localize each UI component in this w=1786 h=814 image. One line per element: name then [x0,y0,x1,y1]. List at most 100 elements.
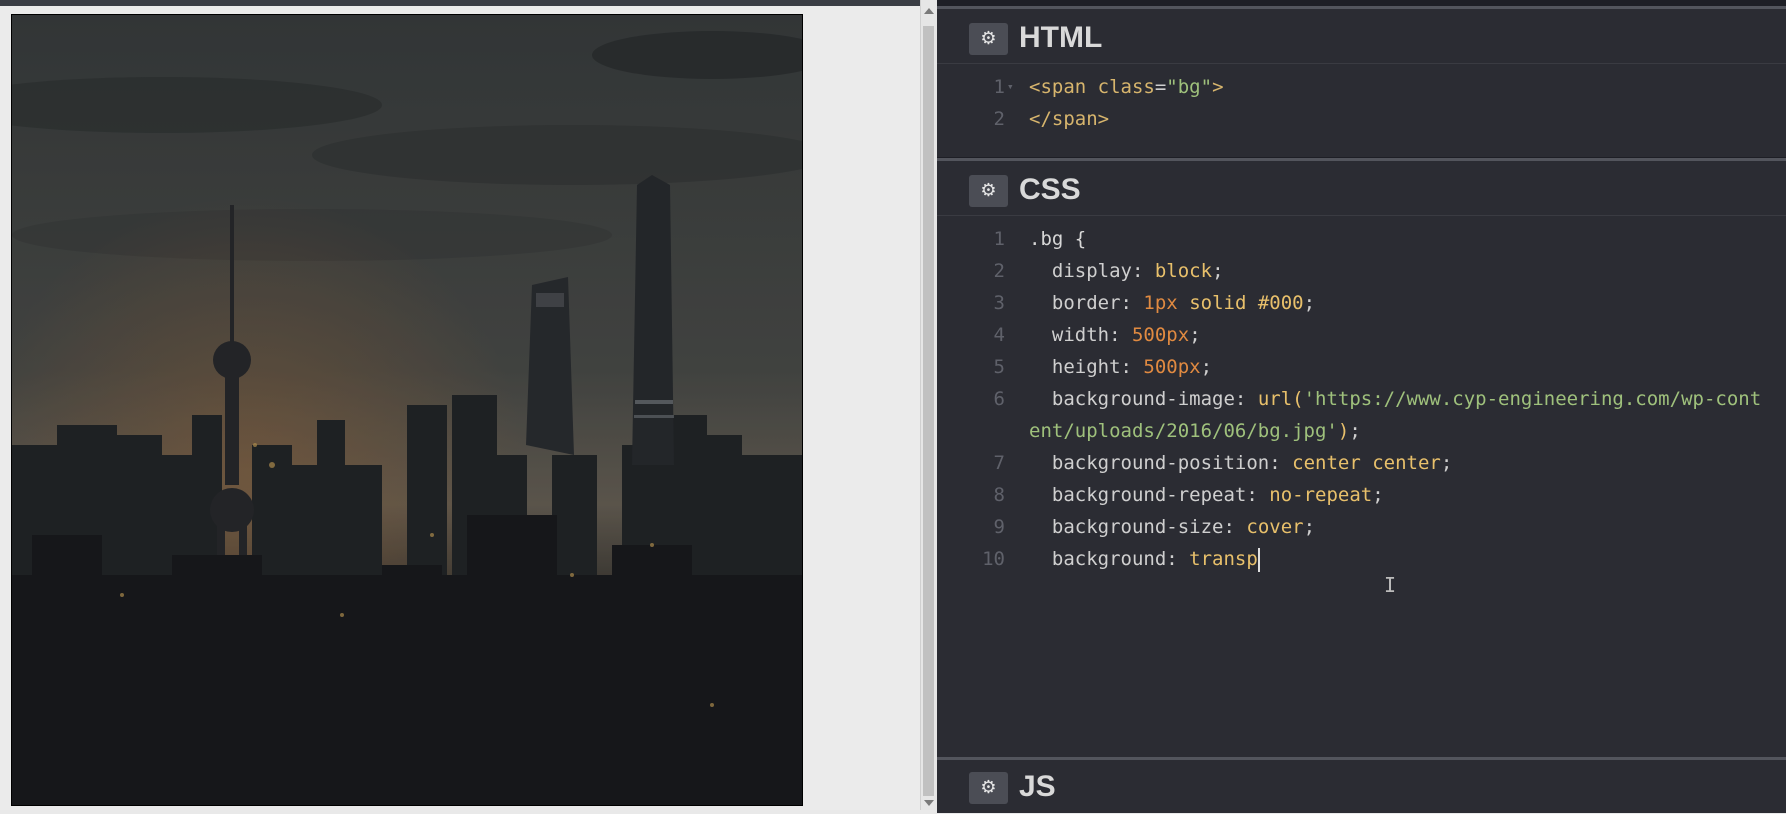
code-token: solid #000 [1177,292,1304,314]
editors-column: ⚙ HTML 1 ▾ <span class="bg"> 2 </span> ⚙ CSS… [937,0,1786,813]
code-text: .bg { [1029,223,1762,255]
fold-arrow-icon[interactable]: ▾ [1007,71,1014,103]
gear-icon: ⚙ [980,28,997,49]
line-number: 1 [993,76,1005,98]
code-token: background-repeat [1029,484,1247,506]
code-token: = [1154,76,1167,98]
code-line[interactable]: 2 display: block; [937,255,1786,287]
line-number: 5 [993,356,1005,378]
code-token: 500px [1131,324,1190,346]
code-line[interactable]: 1 .bg { [937,223,1786,255]
code-token: ; [1372,484,1384,506]
line-number: 7 [993,452,1005,474]
html-code-area[interactable]: 1 ▾ <span class="bg"> 2 </span> [937,71,1786,135]
line-number: 8 [993,484,1005,506]
city-skyline-image [11,14,803,806]
js-editor-title: JS [1019,770,1056,803]
code-line[interactable]: 7 background-position: center center; [937,447,1786,479]
code-line[interactable]: 4 width: 500px; [937,319,1786,351]
code-token: : [1109,324,1132,346]
code-line[interactable]: 10 background: transp [937,543,1786,575]
code-token: > [1212,76,1224,98]
code-text: background-repeat: no-repeat; [1029,479,1762,511]
code-token: : [1166,548,1190,570]
code-text: <span class="bg"> [1029,71,1762,103]
code-token: : [1269,452,1293,474]
code-text: </span> [1029,103,1762,135]
code-token: 500px [1143,356,1201,378]
css-code-area[interactable]: 1 .bg {2 display: block; 3 border: 1px sol… [937,223,1786,575]
code-token: ; [1212,260,1224,282]
css-settings-button[interactable]: ⚙ [969,175,1008,207]
code-token: width [1029,324,1110,346]
code-line[interactable]: 6 background-image: url('https://www.cyp… [937,383,1786,447]
code-token: .bg { [1029,228,1087,250]
code-line[interactable]: 3 border: 1px solid #000; [937,287,1786,319]
code-text: background-size: cover; [1029,511,1762,543]
code-token: url( [1257,388,1304,410]
line-number: 2 [993,260,1005,282]
code-text: width: 500px; [1029,319,1762,351]
preview-pane [0,6,930,810]
line-number: 4 [993,324,1005,346]
code-line[interactable]: 9 background-size: cover; [937,511,1786,543]
code-token: : [1131,260,1155,282]
code-text: border: 1px solid #000; [1029,287,1762,319]
code-token: class [1097,76,1155,98]
line-number: 1 [993,228,1005,250]
scroll-up-arrow-icon[interactable] [924,8,934,14]
html-editor-header: ⚙ HTML [937,9,1786,64]
code-token: ; [1303,516,1316,538]
code-text: background-position: center center; [1029,447,1762,479]
js-settings-button[interactable]: ⚙ [969,772,1008,804]
code-token: transp [1189,548,1258,570]
code-token: ; [1440,452,1453,474]
text-caret [1257,547,1260,572]
code-token: <span [1029,76,1098,98]
code-token: background-image [1029,388,1235,410]
code-token: ; [1189,324,1201,346]
code-token: ; [1200,356,1213,378]
code-token: background-position [1029,452,1270,474]
code-token: : [1120,356,1144,378]
code-token: center center [1292,452,1441,474]
code-line[interactable]: 2 </span> [937,103,1786,135]
scrollbar-thumb[interactable] [923,26,934,796]
code-token: : [1234,388,1258,410]
code-token: "bg" [1166,76,1213,98]
html-settings-button[interactable]: ⚙ [969,23,1008,55]
gear-icon: ⚙ [980,180,997,201]
code-text: display: block; [1029,255,1762,287]
code-token: cover [1246,516,1304,538]
js-editor: ⚙ JS [937,757,1786,813]
line-number: 10 [982,548,1005,570]
code-text: background: transp [1029,543,1762,575]
scroll-down-arrow-icon[interactable] [924,800,934,806]
code-text: height: 500px; [1029,351,1762,383]
html-editor: ⚙ HTML 1 ▾ <span class="bg"> 2 </span> [937,6,1786,157]
code-token: ) [1337,420,1350,442]
city-skyline-illustration [12,15,802,805]
css-editor-header: ⚙ CSS [937,161,1786,216]
code-line[interactable]: 8 background-repeat: no-repeat; [937,479,1786,511]
code-token: </span> [1029,108,1110,130]
code-token: height [1029,356,1121,378]
code-token: block [1154,260,1213,282]
code-line[interactable]: 1 ▾ <span class="bg"> [937,71,1786,103]
line-number: 2 [993,108,1005,130]
code-token: : [1246,484,1270,506]
code-token: : [1223,516,1247,538]
gear-icon: ⚙ [980,777,997,798]
code-line[interactable]: 5 height: 500px; [937,351,1786,383]
code-token: ; [1349,420,1361,442]
line-number: 3 [993,292,1005,314]
code-token: 1px [1143,292,1178,314]
code-text: background-image: url('https://www.cyp-e… [1029,383,1762,447]
code-token: ; [1303,292,1316,314]
line-number: 6 [993,388,1005,410]
pane-scrollbar[interactable] [920,0,937,810]
html-editor-title: HTML [1019,21,1103,54]
css-editor: ⚙ CSS 1 .bg {2 display: block; 3 border: 1… [937,158,1786,757]
code-token: background-size [1029,516,1224,538]
code-token: border [1029,292,1121,314]
